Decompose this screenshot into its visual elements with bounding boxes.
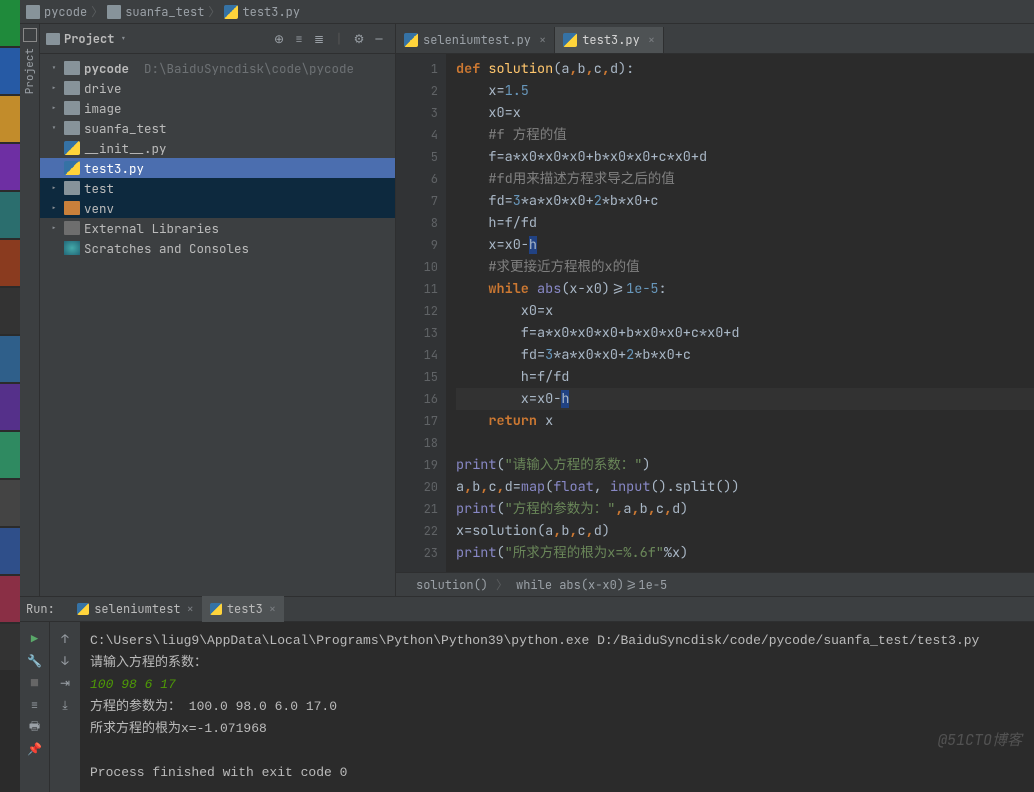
folder-icon — [64, 181, 80, 195]
editor-tabs: seleniumtest.py× test3.py× — [396, 24, 1034, 54]
status-scope[interactable]: solution() — [416, 577, 488, 593]
stop-icon[interactable]: ■ — [25, 672, 45, 694]
editor-status-crumb: solution() 〉 while abs(x-x0)>=1e-5 — [396, 572, 1034, 596]
folder-icon — [107, 5, 121, 19]
project-tool-icon[interactable] — [23, 28, 37, 42]
left-activity-edge — [0, 0, 20, 768]
project-tree[interactable]: ▾pycode D:\BaiduSyncdisk\code\pycode ▸dr… — [40, 54, 395, 596]
scratches-icon — [64, 241, 80, 255]
python-file-icon — [77, 603, 89, 615]
tree-venv[interactable]: venv — [84, 200, 114, 217]
chevron-down-icon[interactable]: ▾ — [120, 32, 126, 45]
tree-root[interactable]: pycode — [84, 60, 129, 77]
close-icon[interactable]: × — [648, 32, 655, 48]
rerun-icon[interactable]: ▶ — [25, 628, 45, 650]
folder-icon — [46, 33, 60, 45]
wrench-icon[interactable]: 🔧 — [25, 650, 45, 672]
folder-icon — [64, 101, 80, 115]
tree-ext-lib[interactable]: External Libraries — [84, 220, 219, 237]
folder-icon — [64, 121, 80, 135]
tree-init[interactable]: __init__.py — [84, 140, 167, 157]
folder-icon — [64, 61, 80, 75]
tab-test3[interactable]: test3.py× — [555, 27, 664, 53]
tab-seleniumtest[interactable]: seleniumtest.py× — [396, 27, 555, 53]
close-icon[interactable]: × — [269, 601, 276, 617]
layout-icon[interactable]: ≡ — [25, 694, 45, 716]
watermark: @51CTO博客 — [938, 729, 1022, 750]
soft-wrap-icon[interactable]: ⇥ — [55, 672, 75, 694]
scroll-to-end-icon[interactable]: ⤓ — [55, 694, 75, 716]
crumb-3[interactable]: test3.py — [242, 4, 300, 20]
run-label: Run: — [26, 601, 55, 617]
collapse-all-icon[interactable]: ≣ — [309, 31, 329, 47]
hide-icon[interactable]: — — [369, 31, 389, 47]
python-file-icon — [210, 603, 222, 615]
tree-root-path: D:\BaiduSyncdisk\code\pycode — [144, 60, 354, 77]
folder-icon — [64, 81, 80, 95]
run-tab-test3[interactable]: test3× — [202, 596, 284, 622]
tree-drive[interactable]: drive — [84, 80, 122, 97]
run-tab-seleniumtest[interactable]: seleniumtest× — [69, 596, 202, 622]
breadcrumb: pycode 〉 suanfa_test 〉 test3.py — [0, 0, 1034, 24]
print-icon[interactable]: 🖶 — [25, 716, 45, 738]
python-file-icon — [404, 33, 418, 47]
code-editor[interactable]: 1234567891011121314151617181920212223 de… — [396, 54, 1034, 572]
library-icon — [64, 221, 80, 235]
tree-suanfa[interactable]: suanfa_test — [84, 120, 167, 137]
pin-icon[interactable]: 📌 — [25, 738, 45, 760]
project-header: Project — [64, 31, 114, 47]
crumb-2[interactable]: suanfa_test — [125, 4, 204, 20]
close-icon[interactable]: × — [539, 32, 546, 48]
venv-folder-icon — [64, 201, 80, 215]
project-rail-label[interactable]: Project — [23, 48, 37, 94]
close-icon[interactable]: × — [187, 601, 194, 617]
gear-icon[interactable]: ⚙ — [349, 31, 369, 47]
side-rail: Project — [20, 24, 40, 596]
target-icon[interactable]: ⊕ — [269, 31, 289, 47]
down-icon[interactable]: ↓ — [55, 650, 75, 672]
folder-icon — [26, 5, 40, 19]
run-tool-window: Run: seleniumtest× test3× ▶ 🔧 ■ ≡ 🖶 📌 ↑ … — [20, 596, 1034, 768]
tree-scratches[interactable]: Scratches and Consoles — [84, 240, 249, 257]
tree-image[interactable]: image — [84, 100, 122, 117]
crumb-1[interactable]: pycode — [44, 4, 87, 20]
python-file-icon — [224, 5, 238, 19]
expand-all-icon[interactable]: ≡ — [289, 31, 309, 47]
python-file-icon — [64, 141, 80, 155]
up-icon[interactable]: ↑ — [55, 628, 75, 650]
status-scope-inner[interactable]: while abs(x-x0)>=1e-5 — [516, 577, 667, 593]
tree-test[interactable]: test — [84, 180, 114, 197]
tree-test3[interactable]: test3.py — [84, 160, 144, 177]
python-file-icon — [563, 33, 577, 47]
tree-selected: test3.py — [40, 158, 395, 178]
project-pane: Project ▾ ⊕ ≡ ≣ | ⚙ — ▾pycode D:\BaiduSy… — [40, 24, 396, 596]
python-file-icon — [64, 161, 80, 175]
gutter: 1234567891011121314151617181920212223 — [396, 54, 446, 572]
run-output[interactable]: C:\Users\liug9\AppData\Local\Programs\Py… — [80, 622, 1034, 792]
